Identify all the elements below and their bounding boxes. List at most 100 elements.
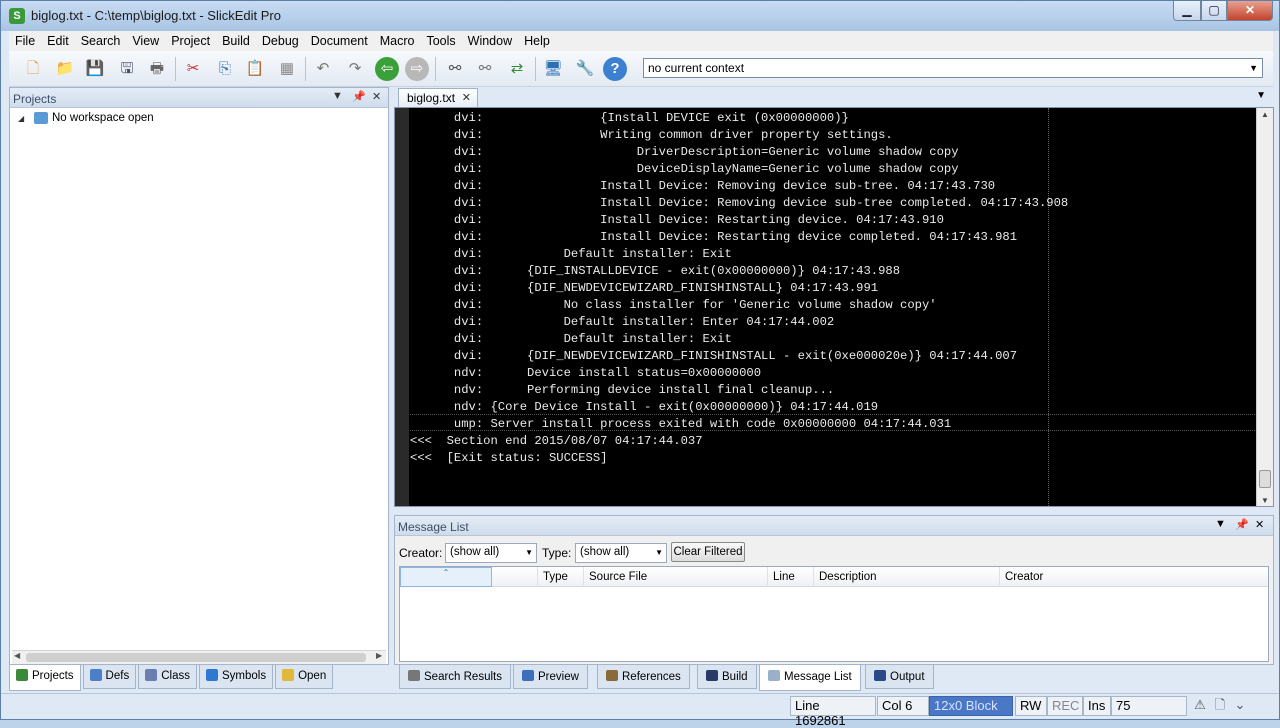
copy-icon[interactable]: ⎘: [213, 57, 237, 81]
warning-icon[interactable]: ⚠: [1192, 697, 1208, 713]
tab-symbols[interactable]: Symbols: [198, 665, 274, 689]
message-list-panel: Message List ▼ 📌 ✕ Creator: (show all) ▼…: [394, 515, 1274, 665]
close-icon[interactable]: ✕: [372, 90, 381, 103]
tab-open[interactable]: Open: [275, 665, 334, 689]
status-selection[interactable]: 12x0 Block: [929, 696, 1013, 716]
menu-document[interactable]: Document: [305, 31, 374, 51]
tab-output[interactable]: Output: [865, 665, 934, 689]
back-nav-icon[interactable]: ⇦: [375, 57, 399, 81]
chevron-down-circle-icon[interactable]: ⌄: [1232, 697, 1248, 713]
panel-menu-chevron-icon[interactable]: ▼: [1215, 518, 1226, 530]
tab-projects[interactable]: Projects: [9, 665, 81, 691]
tools-wrench-icon[interactable]: 🔧: [573, 57, 597, 81]
maximize-button[interactable]: ▢: [1201, 1, 1227, 21]
current-context-combo[interactable]: no current context ▼: [643, 58, 1263, 78]
menu-view[interactable]: View: [126, 31, 165, 51]
save-all-icon[interactable]: 🖫: [115, 57, 139, 81]
code-editor[interactable]: dvi: {Install DEVICE exit (0x00000000)} …: [394, 107, 1274, 507]
close-icon[interactable]: ✕: [462, 91, 471, 104]
status-rw[interactable]: RW: [1015, 696, 1047, 716]
tab-class[interactable]: Class: [138, 665, 197, 689]
tab-references[interactable]: References: [597, 665, 690, 689]
column-header-line[interactable]: Line: [768, 567, 814, 587]
forward-nav-icon[interactable]: ⇨: [405, 57, 429, 81]
window-title: biglog.txt - C:\temp\biglog.txt - SlickE…: [31, 8, 281, 23]
sort-indicator-icon[interactable]: ⌃: [400, 567, 492, 587]
column-header-creator[interactable]: Creator: [1000, 567, 1268, 587]
find-next-icon[interactable]: ⚯: [473, 57, 497, 81]
tree-expand-icon[interactable]: ◢: [18, 114, 28, 123]
menu-window[interactable]: Window: [462, 31, 518, 51]
tab-defs[interactable]: Defs: [82, 665, 137, 689]
tab-search-results[interactable]: Search Results: [399, 665, 511, 689]
tab-preview[interactable]: Preview: [513, 665, 588, 689]
undo-icon[interactable]: ↶: [311, 57, 335, 81]
menu-build[interactable]: Build: [216, 31, 256, 51]
code-line: dvi: Install Device: Restarting device. …: [410, 213, 944, 227]
column-header-type[interactable]: Type: [538, 567, 584, 587]
find-binoculars-icon[interactable]: ⚯: [443, 57, 467, 81]
code-line: dvi: Install Device: Restarting device c…: [410, 230, 1018, 244]
help-icon[interactable]: ?: [603, 57, 627, 81]
tab-message-list[interactable]: Message List: [759, 665, 861, 691]
projects-horizontal-scrollbar[interactable]: ◀ ▶: [12, 650, 386, 664]
editor-vertical-scrollbar[interactable]: ▲ ▼: [1256, 108, 1273, 506]
select-block-icon[interactable]: ▦: [275, 57, 299, 81]
save-icon[interactable]: 💾: [83, 57, 107, 81]
menu-project[interactable]: Project: [165, 31, 216, 51]
scrollbar-thumb[interactable]: [1259, 470, 1271, 488]
status-ins[interactable]: Ins: [1083, 696, 1111, 716]
status-rec[interactable]: REC: [1047, 696, 1083, 716]
message-list-icon: [768, 670, 780, 681]
menu-file[interactable]: File: [9, 31, 41, 51]
column-header-blank[interactable]: [492, 567, 538, 587]
cut-icon[interactable]: ✂: [181, 57, 205, 81]
column-header-description[interactable]: Description: [814, 567, 1000, 587]
status-num[interactable]: 75: [1111, 696, 1187, 716]
scroll-left-icon[interactable]: ◀: [14, 651, 20, 660]
project-tree[interactable]: ◢ No workspace open: [18, 112, 154, 124]
close-window-button[interactable]: ✕: [1227, 1, 1273, 21]
paste-icon[interactable]: 📋: [243, 57, 267, 81]
menu-macro[interactable]: Macro: [374, 31, 421, 51]
menu-search[interactable]: Search: [75, 31, 127, 51]
menu-debug[interactable]: Debug: [256, 31, 305, 51]
code-line: dvi: Default installer: Exit: [410, 332, 732, 346]
type-filter-select[interactable]: (show all) ▼: [575, 543, 667, 563]
minimize-button[interactable]: ▁: [1173, 1, 1201, 21]
scroll-right-icon[interactable]: ▶: [376, 651, 382, 660]
message-list-header: Message List ▼ 📌 ✕: [395, 516, 1273, 536]
tab-list-chevron-icon[interactable]: ▼: [1256, 90, 1266, 101]
scroll-up-icon[interactable]: ▲: [1261, 110, 1269, 119]
panel-menu-chevron-icon[interactable]: ▼: [332, 90, 343, 102]
menu-tools[interactable]: Tools: [420, 31, 461, 51]
tab-build[interactable]: Build: [697, 665, 757, 689]
new-file-icon[interactable]: 🗋: [21, 57, 45, 81]
status-col[interactable]: Col 6: [877, 696, 929, 716]
pin-icon[interactable]: 📌: [352, 90, 366, 103]
tab-biglog[interactable]: biglog.txt ✕: [398, 88, 478, 107]
clear-filtered-button[interactable]: Clear Filtered: [671, 542, 745, 562]
status-bar: Line 1692861 Col 6 12x0 Block RW REC Ins…: [1, 693, 1279, 728]
column-header-source-file[interactable]: Source File: [584, 567, 768, 587]
menu-edit[interactable]: Edit: [41, 31, 75, 51]
menu-help[interactable]: Help: [518, 31, 556, 51]
scrollbar-thumb[interactable]: [26, 653, 366, 662]
scroll-down-icon[interactable]: ▼: [1261, 496, 1269, 505]
message-grid-header: ⌃ Type Source File Line Description Crea…: [400, 567, 1268, 587]
monitor-icon[interactable]: 🖥: [541, 57, 565, 81]
document-icon[interactable]: 🗋: [1212, 697, 1228, 713]
editor-text[interactable]: dvi: {Install DEVICE exit (0x00000000)} …: [410, 110, 1068, 467]
print-icon[interactable]: 🖶: [145, 57, 169, 81]
creator-filter-select[interactable]: (show all) ▼: [445, 543, 537, 563]
redo-icon[interactable]: ↷: [343, 57, 367, 81]
type-label: Type:: [542, 546, 572, 560]
replace-icon[interactable]: ⇄: [505, 57, 529, 81]
message-grid[interactable]: ⌃ Type Source File Line Description Crea…: [399, 566, 1269, 662]
code-line: dvi: DeviceDisplayName=Generic volume sh…: [410, 162, 959, 176]
status-line[interactable]: Line 1692861: [790, 696, 876, 728]
open-folder-icon[interactable]: 📁: [53, 57, 77, 81]
pin-icon[interactable]: 📌: [1235, 518, 1249, 531]
close-icon[interactable]: ✕: [1255, 518, 1264, 531]
tree-root-label[interactable]: No workspace open: [52, 112, 154, 124]
